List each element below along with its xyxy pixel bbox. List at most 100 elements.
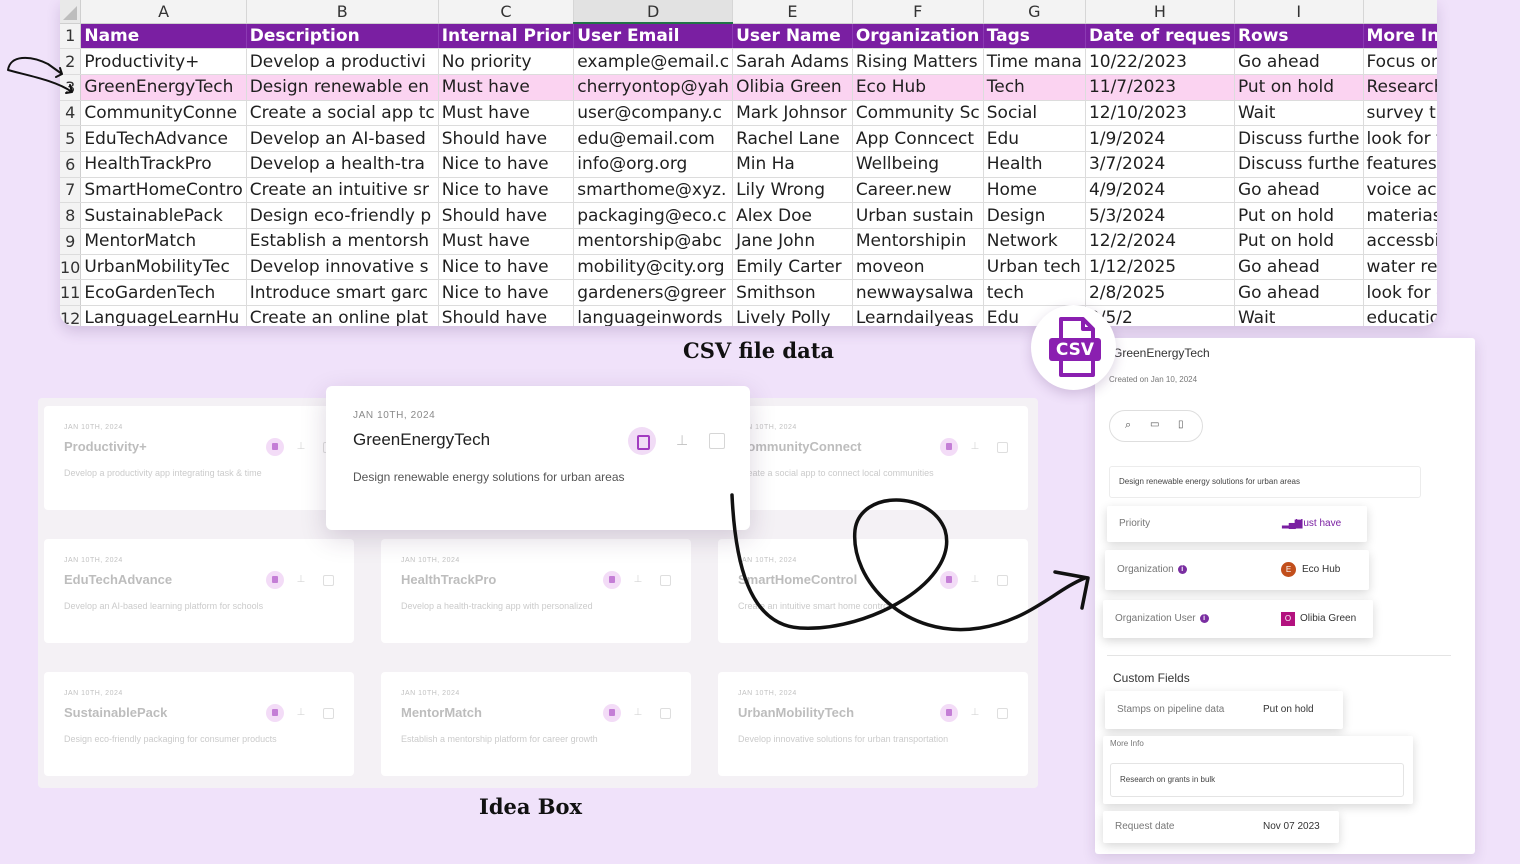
idea-card[interactable]: JAN 10TH, 2024 HealthTrackPro Develop a … [381, 539, 691, 643]
column-header-c[interactable]: C [438, 0, 575, 24]
table-cell[interactable]: water reservation feature [1363, 254, 1437, 281]
idea-card[interactable]: JAN 10TH, 2024 EduTechAdvance Develop an… [44, 539, 354, 643]
table-cell[interactable]: Eco Hub [852, 74, 984, 101]
request-date-row[interactable]: Request date Nov 07 2023 [1103, 811, 1339, 843]
table-cell[interactable]: Career.new [852, 177, 984, 204]
table-cell[interactable]: Wait [1234, 305, 1364, 326]
select-checkbox[interactable] [997, 442, 1008, 453]
column-header-i[interactable]: I [1234, 0, 1364, 24]
info-icon[interactable]: i [1177, 564, 1187, 574]
table-cell[interactable]: mentorship@abc [573, 228, 734, 255]
table-cell[interactable]: SmartHomeContro [80, 177, 247, 204]
row-number[interactable]: 1 [60, 23, 82, 50]
pin-icon[interactable]: ⊥ [629, 704, 647, 722]
header-cell[interactable]: Organization [852, 23, 984, 50]
select-checkbox[interactable] [660, 708, 671, 719]
idea-card[interactable]: JAN 10TH, 2024 UrbanMobilityTech Develop… [718, 672, 1028, 776]
pin-icon[interactable]: ⊥ [966, 438, 984, 456]
csv-file-icon[interactable] [266, 704, 284, 722]
table-cell[interactable]: 3/7/2024 [1085, 151, 1235, 178]
header-cell[interactable]: Date of reques [1085, 23, 1235, 50]
more-info-field[interactable]: Research on grants in bulk [1110, 763, 1404, 797]
table-cell[interactable]: moveon [852, 254, 984, 281]
attachment-icon[interactable]: ⌕ [1125, 419, 1131, 432]
table-cell[interactable]: Lily Wrong [732, 177, 853, 204]
stamps-row[interactable]: Stamps on pipeline data Put on hold [1105, 691, 1343, 729]
table-cell[interactable]: HealthTrackPro [80, 151, 247, 178]
table-cell[interactable]: Develop innovative s [246, 254, 439, 281]
header-cell[interactable]: User Name [732, 23, 853, 50]
table-cell[interactable]: EcoGardenTech [80, 279, 247, 307]
table-cell[interactable]: look for groups [1363, 279, 1437, 307]
column-header-b[interactable]: B [246, 0, 439, 24]
table-cell[interactable]: Tech [983, 74, 1086, 101]
row-number[interactable]: 3 [60, 74, 82, 101]
row-number[interactable]: 6 [60, 151, 82, 178]
table-cell[interactable]: Sarah Adams [732, 48, 853, 75]
column-header-h[interactable]: H [1085, 0, 1235, 24]
table-cell[interactable]: newwaysalwa [852, 279, 984, 307]
table-cell[interactable]: 1/9/2024 [1085, 125, 1235, 152]
csv-file-icon[interactable] [266, 571, 284, 589]
csv-file-icon[interactable] [940, 571, 958, 589]
table-cell[interactable]: Emily Carter [732, 254, 853, 281]
table-cell[interactable]: Focus on building platforr [1363, 48, 1437, 75]
pin-icon[interactable]: ⊥ [676, 432, 688, 449]
table-cell[interactable]: Create an intuitive sr [246, 177, 439, 204]
table-cell[interactable]: Go ahead [1234, 254, 1364, 281]
priority-row[interactable]: Priority ▂▄▆ Must have [1107, 506, 1367, 542]
table-cell[interactable]: 11/7/2023 [1085, 74, 1235, 101]
table-cell[interactable]: UrbanMobilityTec [80, 254, 247, 281]
csv-file-icon[interactable] [266, 438, 284, 456]
csv-file-icon[interactable] [940, 438, 958, 456]
table-cell[interactable]: mobility@city.org [573, 254, 734, 281]
table-cell[interactable]: Must have [438, 228, 575, 255]
row-number[interactable]: 10 [60, 254, 82, 281]
select-checkbox[interactable] [323, 708, 334, 719]
idea-card[interactable]: JAN 10TH, 2024 MentorMatch Establish a m… [381, 672, 691, 776]
table-cell[interactable]: Must have [438, 74, 575, 101]
table-cell[interactable]: 12/10/2023 [1085, 100, 1235, 127]
table-cell[interactable]: Community Sc [852, 100, 984, 127]
table-cell[interactable]: features like wearables [1363, 151, 1437, 178]
table-cell[interactable]: Introduce smart garc [246, 279, 439, 307]
table-cell[interactable]: Develop an AI-based [246, 125, 439, 152]
select-checkbox[interactable] [997, 708, 1008, 719]
table-cell[interactable]: SustainablePack [80, 202, 247, 229]
csv-file-icon[interactable] [628, 427, 656, 455]
row-number[interactable]: 8 [60, 202, 82, 229]
table-cell[interactable]: Create a social app tc [246, 100, 439, 127]
table-cell[interactable]: Social [983, 100, 1086, 127]
select-all-corner[interactable] [60, 0, 82, 24]
description-field[interactable]: Design renewable energy solutions for ur… [1109, 466, 1421, 498]
table-cell[interactable]: LanguageLearnHu [80, 305, 247, 326]
table-cell[interactable]: 5/3/2024 [1085, 202, 1235, 229]
pin-icon[interactable]: ⊥ [966, 704, 984, 722]
table-cell[interactable]: 2/8/2025 [1085, 279, 1235, 307]
table-cell[interactable]: Should have [438, 202, 575, 229]
table-cell[interactable]: Establish a mentorsh [246, 228, 439, 255]
table-cell[interactable]: packaging@eco.c [573, 202, 734, 229]
table-cell[interactable]: Put on hold [1234, 202, 1364, 229]
table-cell[interactable]: Learndailyeas [852, 305, 984, 326]
table-cell[interactable]: Go ahead [1234, 279, 1364, 307]
row-number[interactable]: 9 [60, 228, 82, 255]
table-cell[interactable]: Min Ha [732, 151, 853, 178]
table-cell[interactable]: Must have [438, 100, 575, 127]
table-cell[interactable]: 10/22/2023 [1085, 48, 1235, 75]
column-header-f[interactable]: F [852, 0, 984, 24]
row-number[interactable]: 7 [60, 177, 82, 204]
table-cell[interactable]: Should have [438, 305, 575, 326]
table-cell[interactable]: Design [983, 202, 1086, 229]
row-number[interactable]: 11 [60, 279, 82, 307]
idea-card[interactable]: JAN 10TH, 2024 SustainablePack Design ec… [44, 672, 354, 776]
table-cell[interactable]: Wellbeing [852, 151, 984, 178]
table-cell[interactable]: tech [983, 279, 1086, 307]
table-cell[interactable]: Home [983, 177, 1086, 204]
table-cell[interactable]: Design renewable en [246, 74, 439, 101]
archive-icon[interactable]: ▭ [1150, 419, 1159, 430]
row-number[interactable]: 4 [60, 100, 82, 127]
table-cell[interactable]: Mark Johnsor [732, 100, 853, 127]
table-cell[interactable]: MentorMatch [80, 228, 247, 255]
table-cell[interactable]: GreenEnergyTech [80, 74, 247, 101]
